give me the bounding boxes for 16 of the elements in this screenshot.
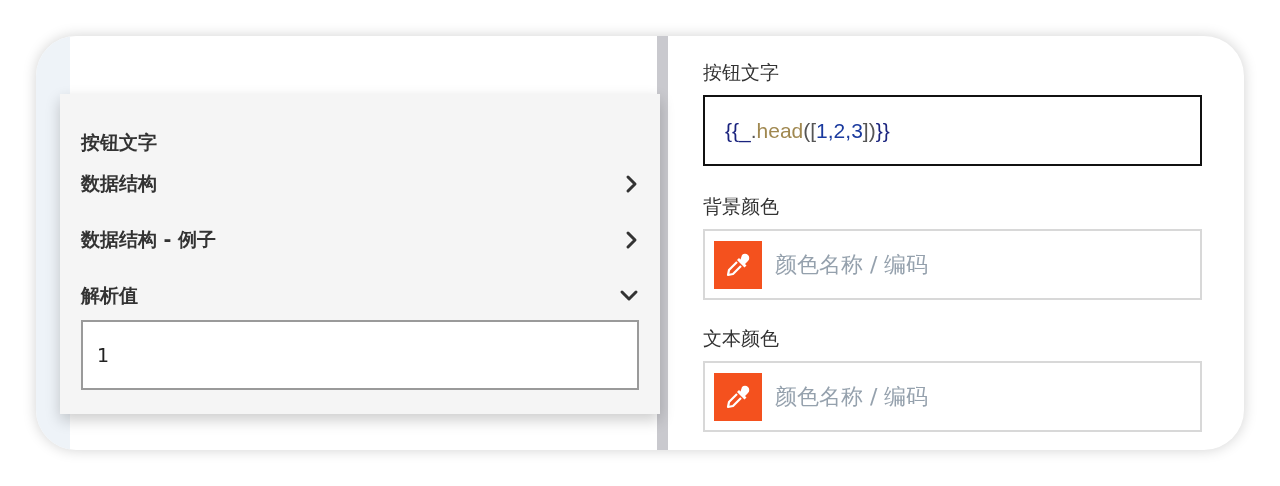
eyedropper-icon[interactable] (714, 240, 762, 289)
section-header[interactable]: 数据结构 - 例子 (81, 226, 639, 254)
section-header[interactable]: 数据结构 (81, 170, 639, 198)
popover-title: 按钮文字 (81, 130, 157, 155)
eyedropper-icon[interactable] (714, 372, 762, 421)
placeholder-text: 颜色名称 / 编码 (775, 382, 929, 411)
chevron-down-icon[interactable] (619, 289, 639, 303)
field-label: 按钮文字 (703, 60, 779, 85)
chevron-right-icon[interactable] (625, 174, 639, 194)
field-label: 文本颜色 (703, 326, 779, 351)
value-field[interactable]: 1 (81, 320, 639, 390)
section-header[interactable]: 解析值 (81, 282, 639, 310)
code-field[interactable]: {{_.head([1,2,3])}} (703, 95, 1202, 166)
placeholder-text: 颜色名称 / 编码 (775, 250, 929, 279)
chevron-right-icon[interactable] (625, 230, 639, 250)
field-label: 背景颜色 (703, 194, 779, 219)
